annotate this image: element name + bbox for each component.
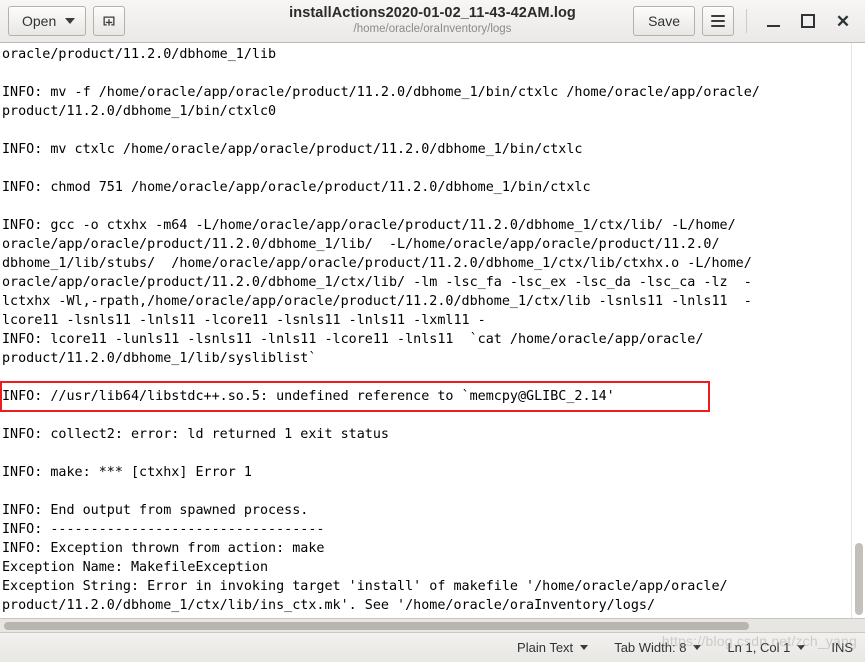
horizontal-scrollbar-thumb[interactable] [4,622,749,630]
text-line: INFO: mv -f /home/oracle/app/oracle/prod… [2,85,760,100]
save-button-label: Save [648,13,680,29]
text-line: INFO: //usr/lib64/libstdc++.so.5: undefi… [2,389,615,404]
text-line [2,406,851,425]
header-bar: Open installActions2020-01-02_11-43-42AM… [0,0,865,43]
text-line [2,159,851,178]
text-line: INFO: make: *** [ctxhx] Error 1 [2,465,252,480]
new-document-icon [103,16,115,26]
maximize-button[interactable] [794,7,822,35]
text-line [2,368,851,387]
chevron-down-icon [797,645,806,650]
open-button[interactable]: Open [8,6,87,36]
insert-mode-indicator: INS [831,640,853,655]
text-line: INFO: ---------------------------------- [2,522,325,537]
cursor-position-label: Ln 1, Col 1 [727,640,791,655]
text-line: INFO: Exception thrown from action: make [2,541,325,556]
text-line: lctxhx -Wl,-rpath,/home/oracle/app/oracl… [2,294,752,309]
text-line: dbhome_1/lib/stubs/ /home/oracle/app/ora… [2,256,752,271]
minimize-button[interactable] [759,7,787,35]
text-line: INFO: mv ctxlc /home/oracle/app/oracle/p… [2,142,583,157]
text-line [2,482,851,501]
text-line [2,64,851,83]
text-line: INFO: gcc -o ctxhx -m64 -L/home/oracle/a… [2,218,736,233]
text-line: product/11.2.0/dbhome_1/lib/sysliblist` [2,351,317,366]
text-line: oracle/app/oracle/product/11.2.0/dbhome_… [2,275,752,290]
text-line: product/11.2.0/dbhome_1/bin/ctxlc0 [2,104,277,119]
header-separator [746,9,747,33]
close-button[interactable]: ✕ [829,7,857,35]
text-line: INFO: lcore11 -lunls11 -lsnls11 -lnls11 … [2,332,704,347]
cursor-position-selector[interactable]: Ln 1, Col 1 [727,640,806,655]
new-document-button[interactable] [93,6,126,36]
menu-button[interactable] [702,6,734,36]
text-line: INFO: chmod 751 /home/oracle/app/oracle/… [2,180,591,195]
horizontal-scrollbar[interactable] [0,619,865,633]
text-line: installActions2020-01-02_11-43-42AM.log'… [2,615,851,618]
text-line [2,197,851,216]
text-line: lcore11 -lsnls11 -lnls11 -lcore11 -lsnls… [2,313,486,328]
text-line: Exception Name: MakefileException [2,560,269,575]
close-icon: ✕ [835,11,851,31]
gedit-window: Open installActions2020-01-02_11-43-42AM… [0,0,865,662]
status-bar: Plain Text Tab Width: 8 Ln 1, Col 1 INS … [0,633,865,662]
text-line: Exception String: Error in invoking targ… [2,579,728,594]
tab-width-selector[interactable]: Tab Width: 8 [614,640,702,655]
text-view[interactable]: oracle/product/11.2.0/dbhome_1/lib INFO:… [0,43,851,618]
text-line: INFO: collect2: error: ld returned 1 exi… [2,427,389,442]
editor-area: oracle/product/11.2.0/dbhome_1/lib INFO:… [0,43,865,619]
minimize-icon [766,24,780,27]
chevron-down-icon [580,645,589,650]
window-subtitle-path: /home/oracle/oraInventory/logs [353,22,512,35]
text-line: oracle/product/11.2.0/dbhome_1/lib [2,47,277,62]
text-line: INFO: End output from spawned process. [2,503,309,518]
text-line: oracle/app/oracle/product/11.2.0/dbhome_… [2,237,720,252]
hamburger-menu-icon [711,15,725,27]
tab-width-label: Tab Width: 8 [614,640,687,655]
text-line: product/11.2.0/dbhome_1/ctx/lib/ins_ctx.… [2,598,656,613]
header-right-controls: Save ✕ [633,6,857,36]
save-button[interactable]: Save [633,6,695,36]
language-selector[interactable]: Plain Text [517,640,589,655]
header-left-controls: Open [8,6,126,36]
chevron-down-icon [65,18,76,24]
text-line [2,121,851,140]
language-label: Plain Text [517,640,574,655]
open-button-label: Open [22,13,57,29]
chevron-down-icon [693,645,702,650]
vertical-scrollbar[interactable] [851,43,865,618]
vertical-scrollbar-thumb[interactable] [855,543,863,615]
maximize-icon [801,14,815,28]
text-line [2,444,851,463]
window-title: installActions2020-01-02_11-43-42AM.log [289,5,576,22]
